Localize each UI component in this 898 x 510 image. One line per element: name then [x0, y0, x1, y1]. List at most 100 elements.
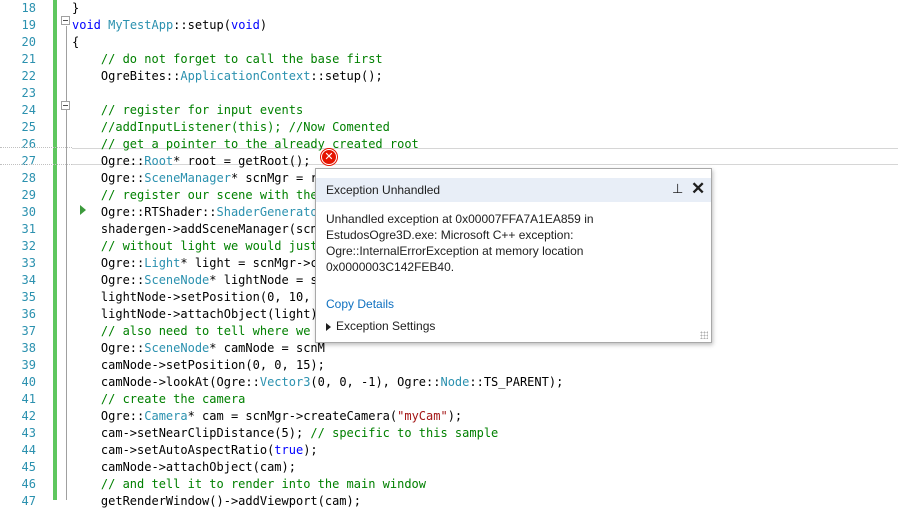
error-x-icon[interactable]: ✕ — [321, 149, 337, 165]
code-token: Node — [440, 375, 470, 389]
line-number: 39 — [21, 358, 36, 372]
code-token: * cam = scnMgr->createCamera( — [187, 409, 398, 423]
line-number: 31 — [21, 222, 36, 236]
code-line[interactable]: shadergen->addSceneManager(scn — [72, 221, 318, 238]
exception-settings-expander[interactable]: Exception Settings — [326, 319, 435, 333]
code-line[interactable]: lightNode->attachObject(light) — [72, 306, 318, 323]
code-token: ShaderGenerato — [216, 205, 318, 219]
line-number: 34 — [21, 273, 36, 287]
code-line[interactable]: getRenderWindow()->addViewport(cam); — [72, 493, 361, 510]
code-token: SceneNode — [144, 341, 210, 355]
code-line[interactable]: camNode->attachObject(cam); — [72, 459, 296, 476]
collapse-toggle-setup[interactable] — [61, 16, 70, 25]
line-number: 46 — [21, 477, 36, 491]
code-token: //addInputListener(this); //Now Comented — [72, 120, 390, 134]
code-token: camNode->attachObject(cam); — [72, 460, 296, 474]
code-line[interactable]: { — [72, 34, 79, 51]
code-line[interactable]: Ogre::SceneNode* lightNode = s — [72, 272, 318, 289]
code-line[interactable]: camNode->lookAt(Ogre::Vector3(0, 0, -1),… — [72, 374, 563, 391]
line-number: 38 — [21, 341, 36, 355]
code-token: void — [72, 18, 101, 32]
code-token: Ogre::RTShader:: — [72, 205, 217, 219]
code-line[interactable]: camNode->setPosition(0, 0, 15); — [72, 357, 325, 374]
code-token: lightNode->attachObject(light) — [72, 307, 318, 321]
close-icon[interactable]: ✕ — [691, 179, 705, 199]
line-number: 24 — [21, 103, 36, 117]
code-token: * camNode = scnM — [209, 341, 325, 355]
code-line[interactable]: cam->setNearClipDistance(5); // specific… — [72, 425, 498, 442]
code-token: cam->setNearClipDistance(5); — [72, 426, 311, 440]
exception-message: Unhandled exception at 0x00007FFA7A1EA85… — [326, 212, 594, 274]
code-token: Ogre:: — [72, 256, 145, 270]
code-line[interactable]: } — [72, 0, 79, 17]
code-token: ::setup( — [173, 18, 231, 32]
code-line[interactable]: Ogre::Camera* cam = scnMgr->createCamera… — [72, 408, 462, 425]
code-token: ); — [447, 409, 463, 423]
line-number: 37 — [21, 324, 36, 338]
change-tracking-bar — [53, 0, 57, 500]
code-token: ApplicationContext — [180, 69, 311, 83]
code-token: ::TS_PARENT); — [469, 375, 564, 389]
code-line[interactable]: cam->setAutoAspectRatio(true); — [72, 442, 318, 459]
code-line[interactable]: lightNode->setPosition(0, 10, — [72, 289, 311, 306]
code-token: shadergen->addSceneManager(scn — [72, 222, 318, 236]
exception-popup-title: Exception Unhandled — [326, 183, 441, 197]
code-line[interactable]: //addInputListener(this); //Now Comented — [72, 119, 390, 136]
code-token: { — [72, 35, 80, 49]
code-token: SceneManager — [144, 171, 231, 185]
code-line[interactable]: // without light we would just — [72, 238, 318, 255]
code-token: (0, 0, -1), Ogre:: — [310, 375, 441, 389]
line-number: 18 — [21, 1, 36, 15]
code-line[interactable]: // do not forget to call the base first — [72, 51, 383, 68]
code-line[interactable]: // and tell it to render into the main w… — [72, 476, 426, 493]
code-token: "myCam" — [397, 409, 448, 423]
line-number: 21 — [21, 52, 36, 66]
expand-triangle-icon — [326, 322, 331, 331]
line-number: 44 — [21, 443, 36, 457]
code-token: Camera — [144, 409, 188, 423]
code-token: MyTestApp — [108, 18, 174, 32]
code-line[interactable]: // register our scene with the — [72, 187, 318, 204]
code-line[interactable]: // create the camera — [72, 391, 246, 408]
line-number: 19 — [21, 18, 36, 32]
code-line[interactable]: // get a pointer to the already created … — [72, 136, 419, 153]
code-token: * lightNode = s — [209, 273, 318, 287]
code-token: } — [72, 1, 80, 15]
code-token: getRenderWindow()->addViewport(cam); — [72, 494, 361, 508]
line-number: 40 — [21, 375, 36, 389]
pin-icon[interactable]: ⊥ — [672, 181, 683, 197]
code-token: Ogre:: — [72, 273, 145, 287]
line-number: 33 — [21, 256, 36, 270]
code-token: Light — [144, 256, 181, 270]
code-token: Ogre:: — [72, 154, 145, 168]
code-line[interactable]: void MyTestApp::setup(void) — [72, 17, 267, 34]
code-line[interactable]: Ogre::SceneNode* camNode = scnM — [72, 340, 325, 357]
code-line[interactable]: Ogre::Light* light = scnMgr->c — [72, 255, 318, 272]
line-number: 29 — [21, 188, 36, 202]
separator-line — [0, 147, 72, 149]
copy-details-link[interactable]: Copy Details — [326, 297, 394, 311]
code-token: ) — [259, 18, 268, 32]
code-token: cam->setAutoAspectRatio( — [72, 443, 275, 457]
line-number: 41 — [21, 392, 36, 406]
code-token: * light = scnMgr->c — [180, 256, 318, 270]
collapse-toggle-comment[interactable] — [61, 101, 70, 110]
line-number: 26 — [21, 137, 36, 151]
code-line[interactable]: OgreBites::ApplicationContext::setup(); — [72, 68, 383, 85]
code-token: // register our scene with the — [72, 188, 318, 202]
line-number: 25 — [21, 120, 36, 134]
code-token: // get a pointer to the already created … — [72, 137, 419, 151]
code-token: // create the camera — [72, 392, 246, 406]
code-token: // do not forget to call the base first — [72, 52, 383, 66]
resize-grip-icon[interactable] — [700, 331, 708, 339]
separator-line — [0, 164, 72, 166]
code-token: camNode->setPosition(0, 0, 15); — [72, 358, 325, 372]
code-line[interactable]: // register for input events — [72, 102, 303, 119]
code-token: ::setup(); — [310, 69, 383, 83]
code-line[interactable]: Ogre::Root* root = getRoot(); — [72, 153, 311, 170]
line-number: 43 — [21, 426, 36, 440]
code-line[interactable]: // also need to tell where we — [72, 323, 311, 340]
code-token: true — [274, 443, 304, 457]
exception-settings-label: Exception Settings — [336, 319, 436, 333]
exception-popup: Exception Unhandled ⊥ ✕ Unhandled except… — [315, 168, 712, 343]
